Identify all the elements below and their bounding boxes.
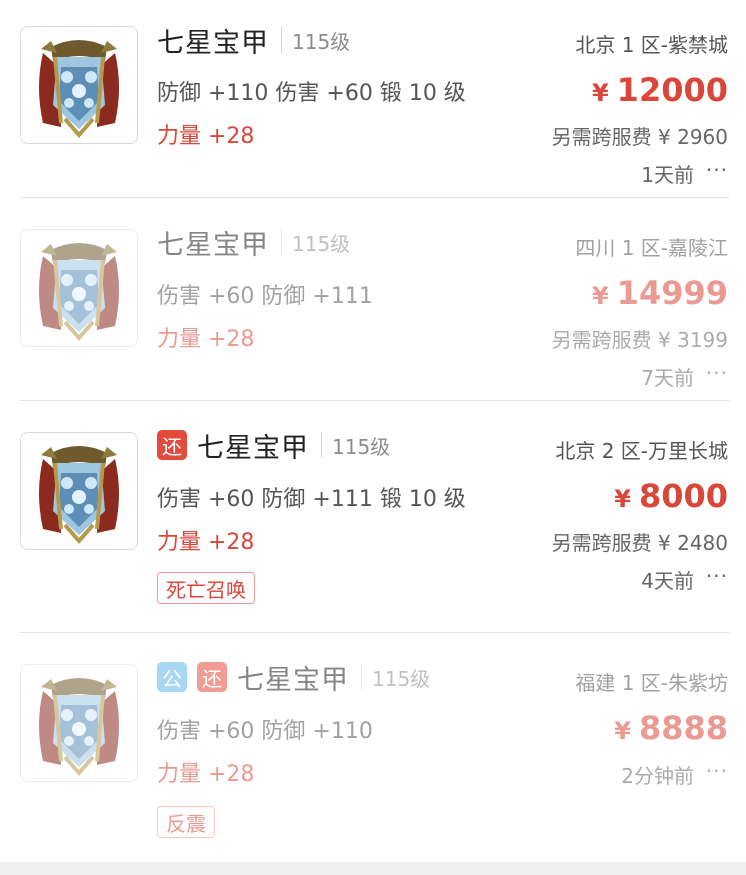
bottom-band [0, 862, 746, 875]
item-level: 115级 [292, 29, 351, 54]
item-title: 七星宝甲 [237, 664, 349, 696]
item-level: 115级 [292, 231, 351, 256]
armor-icon [20, 432, 138, 550]
currency-symbol: ¥ [591, 79, 609, 107]
item-level: 115级 [372, 666, 431, 691]
cross-server-fee: 另需跨服费 ¥ 2960 [551, 125, 728, 149]
item-power: 力量 +28 [157, 327, 255, 352]
item-power: 力量 +28 [157, 124, 255, 149]
server-name: 北京 1 区-紫禁城 [575, 33, 728, 57]
title-row: 公 还 七星宝甲 115级 [157, 660, 431, 696]
price: ¥14999 [592, 274, 728, 312]
more-icon[interactable]: ··· [706, 564, 728, 588]
title-row: 七星宝甲 115级 [157, 23, 351, 59]
price: ¥8888 [614, 709, 728, 747]
divider [20, 632, 730, 633]
item-title: 七星宝甲 [157, 229, 269, 261]
more-icon[interactable]: ··· [706, 361, 728, 385]
item-attributes: 伤害 +60 防御 +111 [157, 284, 373, 309]
item-attributes: 防御 +110 伤害 +60 锻 10 级 [157, 81, 466, 106]
title-row: 七星宝甲 115级 [157, 225, 351, 261]
posted-time: 1天前 [641, 163, 694, 187]
price-value: 8000 [638, 477, 728, 515]
more-icon[interactable]: ··· [706, 759, 728, 783]
more-icon[interactable]: ··· [706, 158, 728, 182]
posted-time: 4天前 [641, 569, 694, 593]
return-tag: 还 [157, 430, 187, 460]
price: ¥12000 [592, 71, 728, 109]
item-attributes: 伤害 +60 防御 +111 锻 10 级 [157, 487, 466, 512]
cross-server-fee: 另需跨服费 ¥ 3199 [551, 328, 728, 352]
public-tag: 公 [157, 662, 187, 692]
price-value: 12000 [616, 71, 728, 109]
item-power: 力量 +28 [157, 762, 255, 787]
cross-server-fee: 另需跨服费 ¥ 2480 [551, 531, 728, 555]
armor-icon [20, 229, 138, 347]
posted-time: 7天前 [641, 366, 694, 390]
currency-symbol: ¥ [614, 485, 631, 513]
item-level: 115级 [332, 434, 391, 459]
item-title: 七星宝甲 [157, 27, 269, 59]
server-name: 福建 1 区-朱紫坊 [575, 671, 728, 695]
title-row: 还 七星宝甲 115级 [157, 428, 391, 464]
armor-icon [20, 664, 138, 782]
divider [20, 197, 730, 198]
currency-symbol: ¥ [614, 717, 631, 745]
armor-icon [20, 26, 138, 144]
item-title: 七星宝甲 [197, 432, 309, 464]
server-name: 北京 2 区-万里长城 [555, 439, 728, 463]
price: ¥8000 [614, 477, 728, 515]
return-tag: 还 [197, 662, 227, 692]
item-power: 力量 +28 [157, 530, 255, 555]
currency-symbol: ¥ [591, 282, 609, 310]
price-value: 8888 [638, 709, 728, 747]
server-name: 四川 1 区-嘉陵江 [575, 236, 728, 260]
divider [20, 400, 730, 401]
skill-badge: 死亡召唤 [157, 572, 255, 604]
skill-badge: 反震 [157, 806, 215, 838]
item-attributes: 伤害 +60 防御 +110 [157, 719, 373, 744]
posted-time: 2分钟前 [621, 764, 694, 788]
price-value: 14999 [616, 274, 728, 312]
